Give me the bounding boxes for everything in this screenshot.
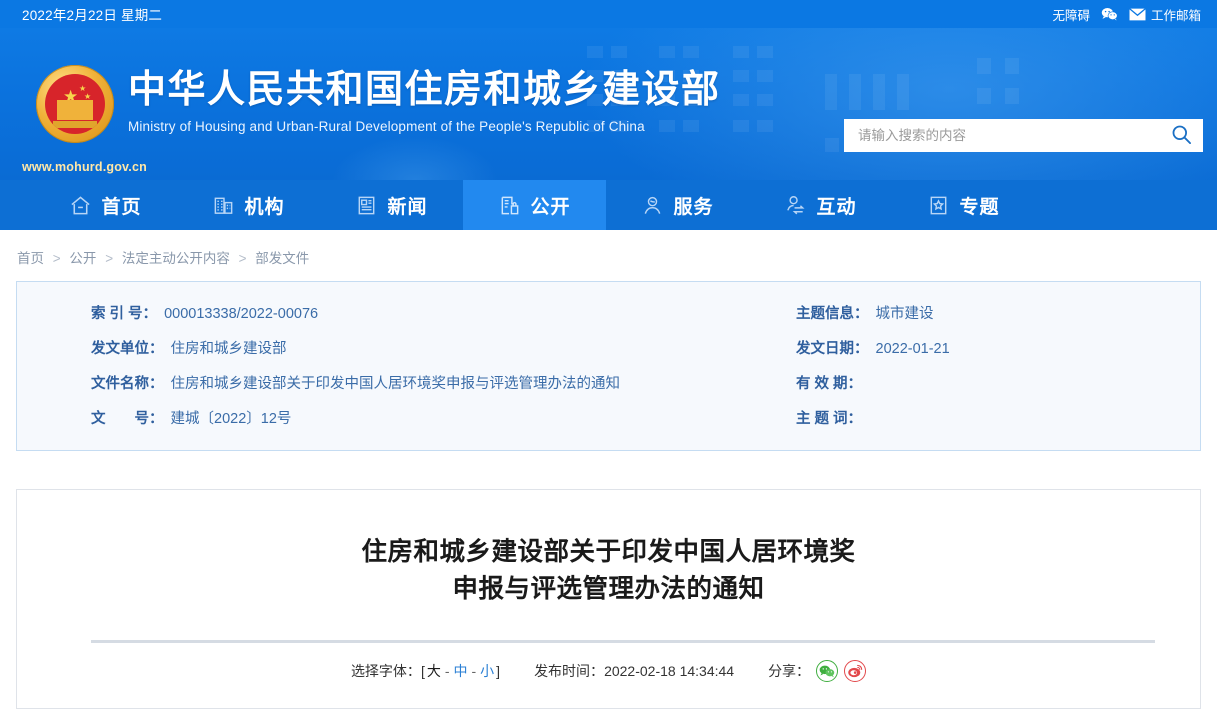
metadata-label-docnumber: 文 号：: [91, 411, 164, 427]
breadcrumb-item-1[interactable]: 公开: [69, 251, 96, 266]
font-size-large-button[interactable]: 大: [427, 661, 441, 681]
metadata-value-topic: 城市建设: [875, 306, 934, 322]
metadata-label-topic: 主题信息：: [796, 306, 869, 322]
search-input[interactable]: [844, 119, 1159, 152]
metadata-row: 索 引 号： 000013338/2022-00076 主题信息： 城市建设: [17, 302, 1200, 323]
document-content-card: 住房和城乡建设部关于印发中国人居环境奖 申报与评选管理办法的通知 选择字体： […: [16, 489, 1201, 709]
work-mail-group[interactable]: 工作邮箱: [1129, 5, 1201, 24]
page-title: 住房和城乡建设部关于印发中国人居环境奖 申报与评选管理办法的通知: [77, 534, 1140, 608]
nav-item-topics[interactable]: 专题: [892, 180, 1035, 230]
site-title-en: Ministry of Housing and Urban-Rural Deve…: [128, 119, 645, 135]
share-group: 分享：: [768, 659, 867, 682]
font-size-dash: -: [444, 662, 450, 679]
nav-label: 服务: [673, 196, 714, 218]
nav-item-news[interactable]: 新闻: [320, 180, 463, 230]
font-size-selector: 选择字体： [ 大 - 中 - 小 ]: [351, 661, 500, 681]
nav-item-open[interactable]: 公开: [463, 180, 606, 230]
metadata-value-docnumber: 建城〔2022〕12号: [170, 411, 292, 427]
breadcrumb: 首页 > 公开 > 法定主动公开内容 > 部发文件: [0, 230, 1217, 281]
font-size-label: 选择字体：: [350, 662, 421, 679]
bracket-close: ]: [496, 662, 501, 679]
metadata-value-issuer: 住房和城乡建设部: [170, 341, 287, 357]
metadata-value-filename: 住房和城乡建设部关于印发中国人居环境奖申报与评选管理办法的通知: [170, 376, 621, 392]
mail-icon: [1129, 7, 1146, 21]
metadata-value-issue-date: 2022-01-21: [875, 341, 950, 357]
top-utility-bar: 2022年2月22日 星期二 无障碍 工作邮箱: [0, 0, 1217, 28]
metadata-label-filename: 文件名称：: [91, 376, 164, 392]
current-date: 2022年2月22日 星期二: [22, 8, 163, 23]
document-metadata-card: 索 引 号： 000013338/2022-00076 主题信息： 城市建设 发…: [16, 281, 1201, 451]
nav-label: 互动: [816, 196, 857, 218]
nav-label: 专题: [959, 196, 1000, 218]
wechat-share-icon[interactable]: [816, 659, 839, 682]
search-box[interactable]: [844, 119, 1203, 152]
search-icon: [1171, 124, 1192, 148]
breadcrumb-separator: >: [52, 251, 61, 266]
home-icon: [69, 194, 92, 217]
news-document-icon: [355, 194, 378, 217]
nav-item-organization[interactable]: 机构: [177, 180, 320, 230]
metadata-row: 发文单位： 住房和城乡建设部 发文日期： 2022-01-21: [17, 337, 1200, 358]
metadata-value-index: 000013338/2022-00076: [164, 306, 319, 322]
breadcrumb-item-0[interactable]: 首页: [17, 251, 44, 266]
metadata-label-validity: 有 效 期：: [796, 376, 863, 392]
doc-title-line-1: 住房和城乡建设部关于印发中国人居环境奖: [361, 538, 856, 566]
interaction-person-icon: [784, 194, 807, 217]
metadata-row: 文 号： 建城〔2022〕12号 主 题 词：: [17, 407, 1200, 428]
publish-time-label: 发布时间：: [534, 662, 605, 679]
top-utility-links: 无障碍 工作邮箱: [1052, 5, 1201, 24]
star-book-icon: [927, 194, 950, 217]
nav-label: 机构: [244, 196, 285, 218]
site-title-cn: 中华人民共和国住房和城乡建设部: [128, 68, 721, 111]
font-size-medium-button[interactable]: 中: [454, 661, 468, 681]
page-content: 索 引 号： 000013338/2022-00076 主题信息： 城市建设 发…: [16, 281, 1201, 709]
service-person-icon: [641, 194, 664, 217]
site-url-label: www.mohurd.gov.cn: [22, 160, 147, 174]
font-size-dash: -: [471, 662, 477, 679]
breadcrumb-item-2[interactable]: 法定主动公开内容: [122, 251, 230, 266]
breadcrumb-separator: >: [238, 251, 247, 266]
breadcrumb-separator: >: [105, 251, 114, 266]
nav-label: 公开: [530, 196, 571, 218]
font-size-small-button[interactable]: 小: [480, 661, 494, 681]
work-mail-link[interactable]: 工作邮箱: [1151, 5, 1201, 24]
nav-label: 新闻: [387, 196, 428, 218]
metadata-label-issue-date: 发文日期：: [796, 341, 869, 357]
metadata-label-keywords: 主 题 词：: [796, 411, 863, 427]
metadata-row: 文件名称： 住房和城乡建设部关于印发中国人居环境奖申报与评选管理办法的通知 有 …: [17, 372, 1200, 393]
building-icon: [212, 194, 235, 217]
publish-time-group: 发布时间： 2022-02-18 14:34:44: [534, 661, 734, 681]
site-banner: ★ ★ ★ ★ ★ 中华人民共和国住房和城乡建设部 Ministry of Ho…: [0, 28, 1217, 180]
national-emblem-icon: ★ ★ ★ ★ ★: [36, 65, 114, 143]
site-title-block: 中华人民共和国住房和城乡建设部 Ministry of Housing and …: [128, 68, 721, 135]
breadcrumb-item-3[interactable]: 部发文件: [255, 251, 309, 266]
wechat-icon[interactable]: [1101, 7, 1118, 21]
nav-item-interaction[interactable]: 互动: [749, 180, 892, 230]
nav-label: 首页: [101, 196, 142, 218]
document-toolbar: 选择字体： [ 大 - 中 - 小 ] 发布时间： 2022-02-18 14:…: [77, 643, 1140, 682]
search-button[interactable]: [1159, 119, 1203, 152]
metadata-label-issuer: 发文单位：: [91, 341, 164, 357]
main-navigation: 首页 机构 新闻 公开 服务 互动 专题: [0, 180, 1217, 230]
accessibility-link[interactable]: 无障碍: [1052, 5, 1090, 24]
doc-title-line-2: 申报与评选管理办法的通知: [452, 574, 765, 603]
open-info-icon: [498, 194, 521, 217]
nav-item-service[interactable]: 服务: [606, 180, 749, 230]
publish-time-value: 2022-02-18 14:34:44: [604, 662, 735, 679]
share-label: 分享：: [768, 662, 811, 679]
bracket-open: [: [420, 662, 425, 679]
weibo-share-icon[interactable]: [844, 659, 867, 682]
metadata-label-index: 索 引 号：: [91, 306, 158, 322]
nav-item-home[interactable]: 首页: [34, 180, 177, 230]
